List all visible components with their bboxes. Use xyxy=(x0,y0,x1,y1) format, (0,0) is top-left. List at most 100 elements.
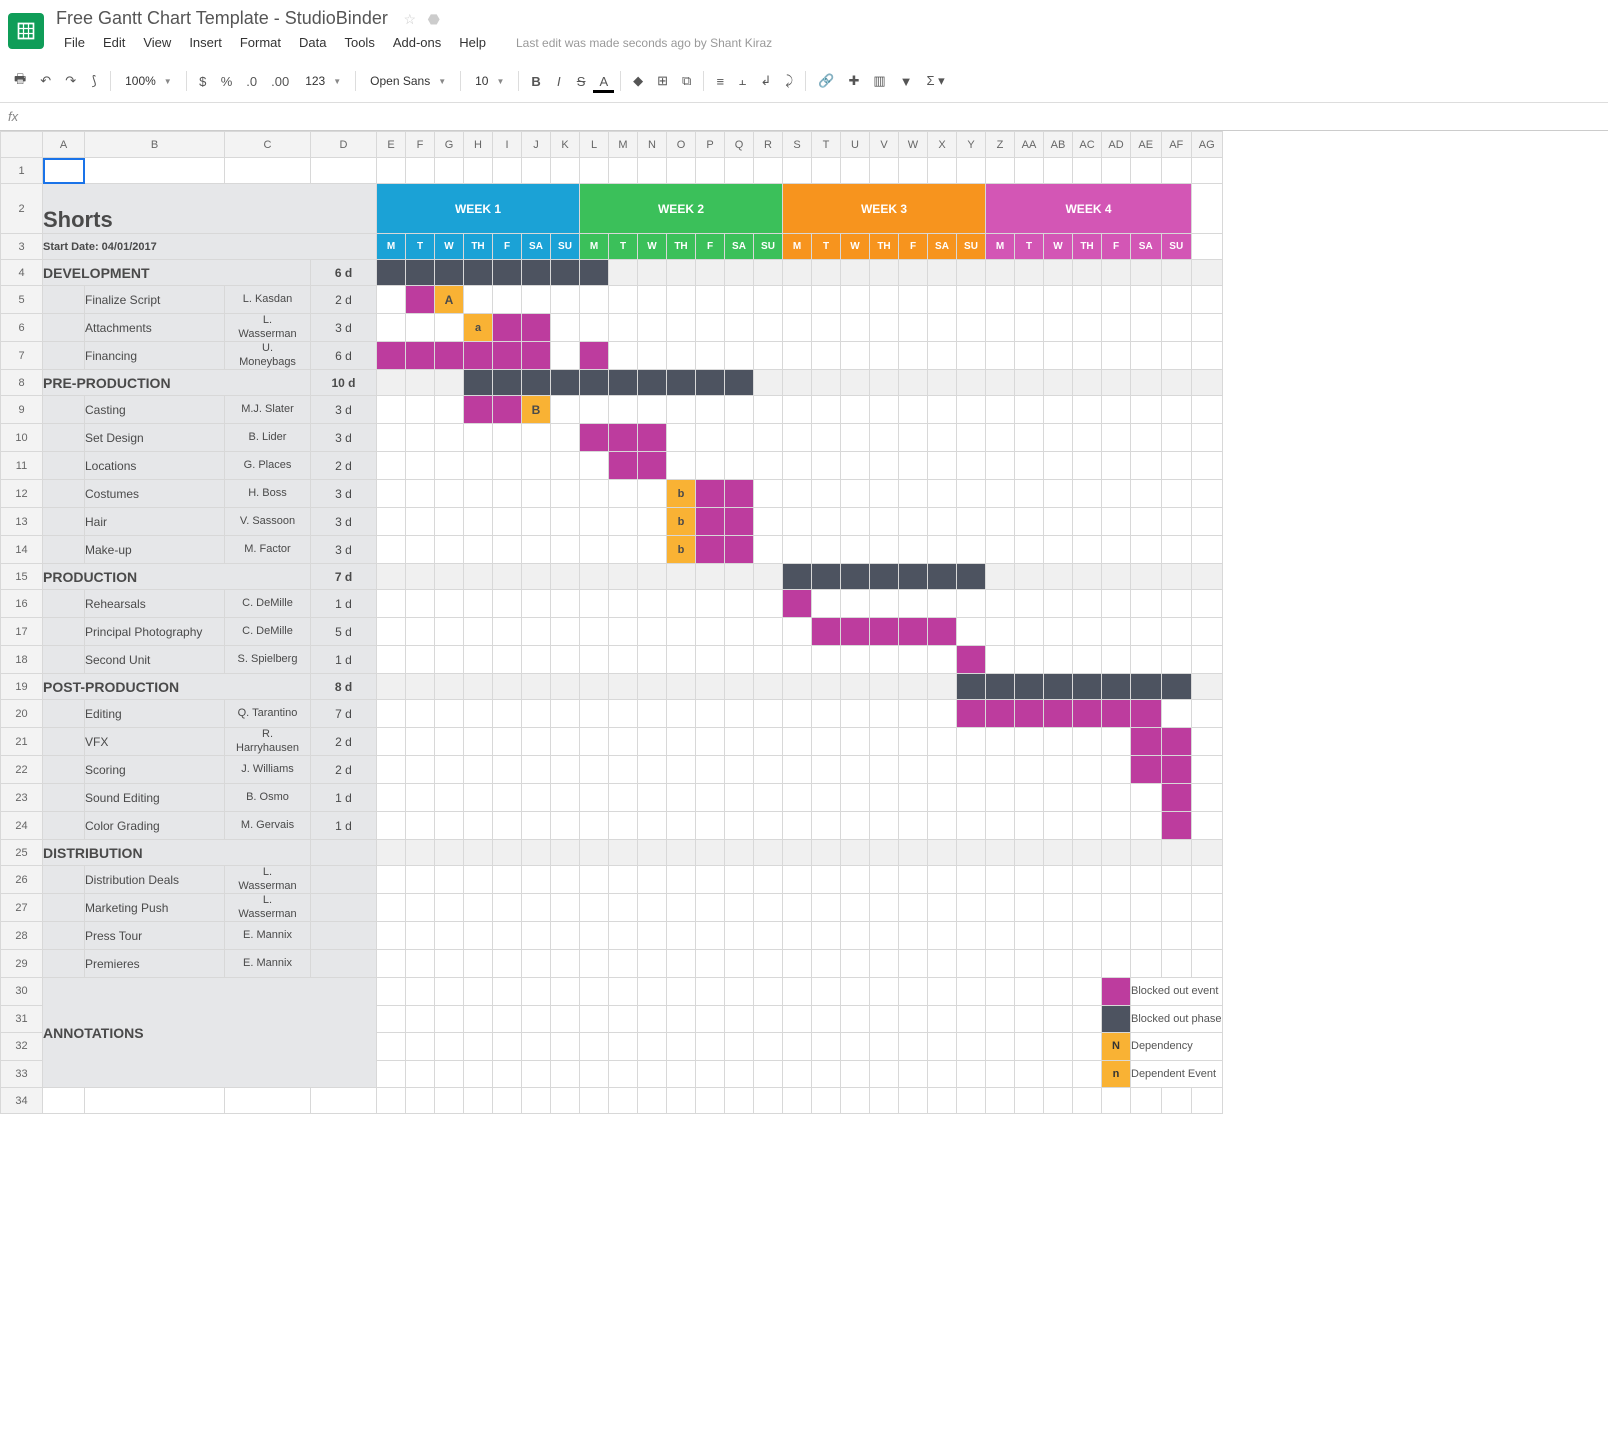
gantt-bar-cell[interactable] xyxy=(493,314,522,342)
spreadsheet-grid[interactable]: ABCDEFGHIJKLMNOPQRSTUVWXYZAAABACADAEAFAG… xyxy=(0,131,1608,1114)
cell[interactable] xyxy=(435,646,464,674)
cell[interactable] xyxy=(899,1033,928,1061)
cell[interactable] xyxy=(986,536,1015,564)
cell[interactable] xyxy=(754,424,783,452)
cell[interactable] xyxy=(1044,286,1073,314)
cell[interactable] xyxy=(841,978,870,1006)
cell[interactable] xyxy=(841,452,870,480)
day-header[interactable]: F xyxy=(493,234,522,260)
cell[interactable] xyxy=(522,508,551,536)
cell[interactable] xyxy=(1015,756,1044,784)
cell[interactable] xyxy=(580,286,609,314)
cell[interactable] xyxy=(464,158,493,184)
cell[interactable] xyxy=(957,158,986,184)
cell[interactable] xyxy=(696,950,725,978)
day-header[interactable]: T xyxy=(1015,234,1044,260)
cell[interactable] xyxy=(638,1088,667,1114)
cell[interactable] xyxy=(580,590,609,618)
cell[interactable] xyxy=(928,1005,957,1033)
cell[interactable] xyxy=(899,452,928,480)
col-header[interactable]: S xyxy=(783,132,812,158)
cell[interactable] xyxy=(1044,536,1073,564)
cell[interactable] xyxy=(812,158,841,184)
cell[interactable] xyxy=(551,728,580,756)
col-header[interactable]: C xyxy=(225,132,311,158)
cell[interactable] xyxy=(1131,646,1162,674)
cell[interactable] xyxy=(580,564,609,590)
cell[interactable] xyxy=(986,508,1015,536)
cell[interactable] xyxy=(1044,590,1073,618)
col-header[interactable]: D xyxy=(311,132,377,158)
cell[interactable] xyxy=(1192,784,1223,812)
row-header[interactable]: 3 xyxy=(1,234,43,260)
cell[interactable] xyxy=(580,922,609,950)
cell[interactable] xyxy=(1102,728,1131,756)
cell[interactable] xyxy=(406,1005,435,1033)
cell[interactable] xyxy=(986,314,1015,342)
cell[interactable] xyxy=(464,452,493,480)
cell[interactable] xyxy=(783,1005,812,1033)
cell[interactable] xyxy=(841,396,870,424)
cell[interactable] xyxy=(609,840,638,866)
cell[interactable] xyxy=(493,424,522,452)
cell[interactable] xyxy=(928,812,957,840)
gantt-bar-cell[interactable] xyxy=(696,536,725,564)
cell[interactable] xyxy=(1161,396,1192,424)
task-name[interactable]: Scoring xyxy=(85,756,225,784)
cell[interactable] xyxy=(696,922,725,950)
phase-name[interactable]: PRODUCTION xyxy=(43,564,311,590)
cell[interactable] xyxy=(609,978,638,1006)
row-header[interactable]: 8 xyxy=(1,370,43,396)
cell[interactable] xyxy=(841,158,870,184)
row-header[interactable]: 27 xyxy=(1,894,43,922)
cell[interactable] xyxy=(1161,480,1192,508)
cell[interactable] xyxy=(406,508,435,536)
cell[interactable] xyxy=(225,1088,311,1114)
cell[interactable] xyxy=(1015,396,1044,424)
cell[interactable] xyxy=(406,618,435,646)
cell[interactable] xyxy=(1073,894,1102,922)
cell[interactable] xyxy=(957,480,986,508)
cell[interactable] xyxy=(667,978,696,1006)
cell[interactable] xyxy=(551,700,580,728)
cell[interactable] xyxy=(1131,508,1162,536)
cell[interactable] xyxy=(928,480,957,508)
cell[interactable] xyxy=(870,396,899,424)
cell[interactable] xyxy=(696,756,725,784)
cell[interactable] xyxy=(1102,314,1131,342)
row-header[interactable]: 29 xyxy=(1,950,43,978)
cell[interactable] xyxy=(1073,1005,1102,1033)
cell[interactable] xyxy=(1044,646,1073,674)
cell[interactable] xyxy=(43,342,85,370)
day-header[interactable]: SA xyxy=(522,234,551,260)
cell[interactable] xyxy=(754,756,783,784)
gantt-bar-cell[interactable] xyxy=(1161,756,1192,784)
cell[interactable] xyxy=(1161,618,1192,646)
cell[interactable] xyxy=(1131,894,1162,922)
cell[interactable] xyxy=(928,894,957,922)
cell[interactable] xyxy=(551,1060,580,1088)
task-name[interactable]: Rehearsals xyxy=(85,590,225,618)
gantt-bar-cell[interactable] xyxy=(783,590,812,618)
cell[interactable] xyxy=(696,158,725,184)
cell[interactable] xyxy=(667,866,696,894)
cell[interactable] xyxy=(899,840,928,866)
task-owner[interactable]: B. Osmo xyxy=(225,784,311,812)
cell[interactable] xyxy=(899,1005,928,1033)
cell[interactable] xyxy=(928,536,957,564)
cell[interactable] xyxy=(1192,646,1223,674)
cell[interactable] xyxy=(609,564,638,590)
cell[interactable] xyxy=(928,674,957,700)
cell[interactable] xyxy=(638,342,667,370)
cell[interactable] xyxy=(493,1088,522,1114)
cell[interactable] xyxy=(580,756,609,784)
day-header[interactable]: SA xyxy=(928,234,957,260)
cell[interactable] xyxy=(870,756,899,784)
week-header[interactable]: WEEK 1 xyxy=(377,184,580,234)
gantt-bar-cell[interactable] xyxy=(870,618,899,646)
cell[interactable] xyxy=(870,866,899,894)
cell[interactable] xyxy=(435,1088,464,1114)
cell[interactable] xyxy=(667,700,696,728)
cell[interactable] xyxy=(957,1033,986,1061)
task-duration[interactable]: 1 d xyxy=(311,646,377,674)
